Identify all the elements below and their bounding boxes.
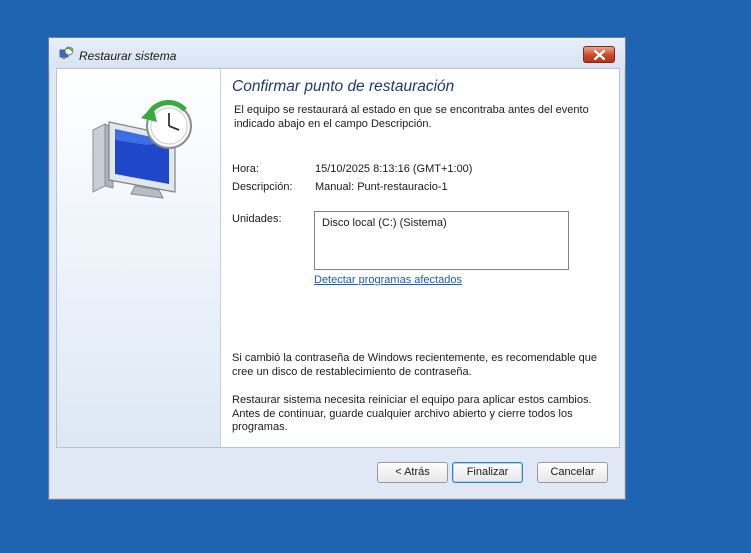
time-value: 15/10/2025 8:13:16 (GMT+1:00) — [315, 163, 473, 175]
drives-label: Unidades: — [232, 213, 282, 225]
window-title: Restaurar sistema — [79, 49, 177, 63]
close-icon — [594, 50, 605, 60]
wizard-side-panel — [57, 69, 221, 447]
title-bar[interactable]: Restaurar sistema — [49, 38, 625, 68]
close-button[interactable] — [583, 46, 615, 63]
wizard-content: Confirmar punto de restauración El equip… — [56, 68, 620, 448]
page-heading: Confirmar punto de restauración — [232, 78, 455, 95]
cancel-button[interactable]: Cancelar — [537, 462, 608, 483]
description-value: Manual: Punt-restauracio-1 — [315, 181, 448, 193]
scan-affected-programs-link[interactable]: Detectar programas afectados — [314, 274, 462, 286]
list-item[interactable]: Disco local (C:) (Sistema) — [322, 217, 447, 229]
finish-button[interactable]: Finalizar — [452, 462, 523, 483]
system-restore-icon — [58, 46, 74, 62]
button-bar: < Atrás Finalizar Cancelar — [56, 448, 620, 492]
time-label: Hora: — [232, 163, 259, 175]
drives-list[interactable]: Disco local (C:) (Sistema) — [314, 211, 569, 270]
description-label: Descripción: — [232, 181, 293, 193]
back-button[interactable]: < Atrás — [377, 462, 448, 483]
intro-text: El equipo se restaurará al estado en que… — [234, 104, 589, 130]
system-restore-computer-icon — [87, 99, 197, 205]
system-restore-window: Restaurar sistema Confirmar punto de res… — [48, 37, 626, 500]
wizard-main-panel: Confirmar punto de restauración El equip… — [232, 69, 617, 447]
restart-note: Restaurar sistema necesita reiniciar el … — [232, 394, 592, 433]
password-note: Si cambió la contraseña de Windows recie… — [232, 352, 598, 378]
